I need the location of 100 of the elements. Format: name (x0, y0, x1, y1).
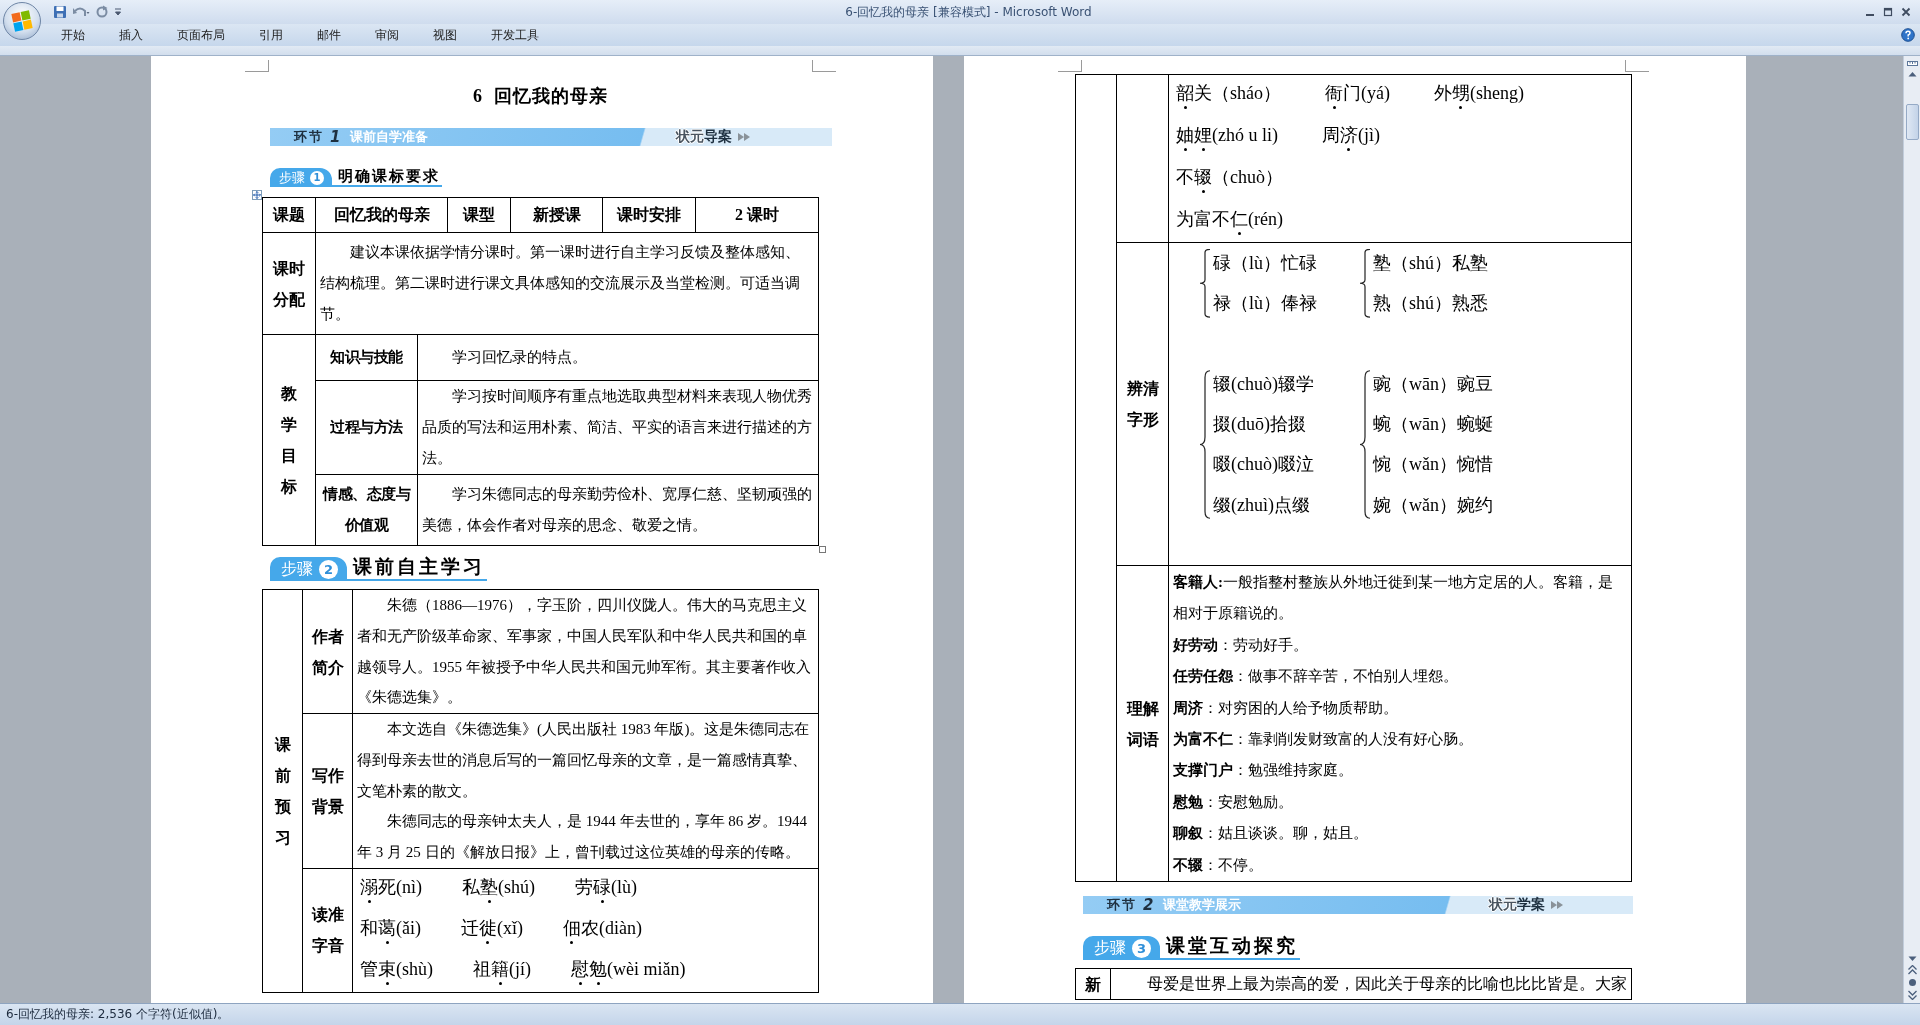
ribbon-tab[interactable]: 开发工具 (478, 23, 552, 47)
pinyin-word: 劳碌(lù) (575, 874, 637, 904)
row-label: 情感、态度与价值观 (316, 475, 418, 546)
word-entry: 碌（lù）忙碌 (1213, 252, 1317, 275)
definition-text: 不辍：不停。 (1173, 855, 1264, 875)
help-icon[interactable] (1900, 27, 1916, 43)
crop-mark (1058, 60, 1082, 72)
customize-toolbar-icon[interactable] (113, 6, 123, 18)
word-entry: 禄（lù）俸禄 (1213, 292, 1317, 316)
banner-brand: 状元导案 (676, 128, 732, 146)
word-entry: 塾（shú）私塾 (1373, 252, 1488, 275)
ruler-icon[interactable] (1906, 59, 1918, 68)
ribbon-tab[interactable]: 插入 (106, 23, 156, 47)
table-cell: 学习按时间顺序有重点地选取典型材料来表现人物优秀品质的写法和运用朴素、简洁、平实的语言来进行描述的方法。 (418, 381, 819, 475)
next-page-icon[interactable] (1907, 990, 1917, 1000)
row-label: 课前预习 (263, 590, 303, 993)
table-cell: 新授课 (511, 198, 603, 233)
paragraph: 朱德（1886—1976），字玉阶，四川仪陇人。伟大的马克思主义者和无产阶级革命家、军事家，中国人民军队和中华人民共和国的卓越领导人。1955 年被授予中华人民共和国元帅军衔。其主要著作收入《朱德选集》。 (357, 596, 812, 708)
definition-text: 慰勉：安慰勉励。 (1173, 792, 1294, 812)
banner-title: 课堂教学展示 (1163, 896, 1242, 915)
table-resize-handle[interactable] (819, 546, 826, 553)
step-heading: 明确课标要求 (332, 167, 442, 187)
double-arrow-icon (1551, 901, 1563, 910)
brace-icon (1359, 369, 1372, 519)
office-logo-icon[interactable] (11, 10, 33, 32)
table-cell: 学习回忆录的特点。 (418, 335, 819, 381)
brace-icon (1359, 249, 1372, 318)
word-entry: 辍(chuò)辍学 (1213, 372, 1314, 396)
table-move-handle-icon[interactable] (252, 190, 262, 200)
pinyin-word: 和蔼(ǎi) (360, 915, 421, 945)
ribbon-tab[interactable]: 引用 (246, 23, 296, 47)
ribbon-tab[interactable]: 邮件 (304, 23, 354, 47)
step-number: 3 (1132, 938, 1151, 958)
table-cell: 课型 (448, 198, 511, 233)
save-icon[interactable] (52, 4, 68, 20)
row-label: 作者简介 (303, 590, 353, 714)
previous-page-icon[interactable] (1907, 965, 1917, 975)
banner-title: 课前自学准备 (350, 128, 429, 146)
crop-mark (1625, 60, 1649, 72)
word-entry: 掇(duō)拾掇 (1213, 413, 1307, 436)
row-label: 写作背景 (303, 714, 353, 869)
brace-icon (1199, 249, 1212, 318)
step-number: 1 (310, 170, 324, 185)
definition-text: 为富不仁：靠剥削发财致富的人没有好心肠。 (1173, 730, 1474, 750)
word-entry: 蜿（wān）蜿蜒 (1373, 413, 1493, 436)
pinyin-word: 慰勉(wèi miǎn) (571, 956, 686, 986)
word-entry: 缀(zhuì)点缀 (1213, 493, 1311, 517)
row-label: 理解词语 (1117, 566, 1169, 883)
step-label: 步骤 (281, 558, 313, 580)
double-arrow-icon (738, 133, 750, 141)
pinyin-word: 韶关（sháo） (1176, 81, 1281, 111)
close-icon[interactable] (1900, 6, 1912, 18)
vertical-scrollbar[interactable] (1903, 56, 1920, 1003)
row-label: 辨清字形 (1117, 243, 1169, 566)
up-arrow-icon[interactable] (1907, 71, 1917, 77)
row-label: 过程与方法 (316, 381, 418, 475)
ribbon-tab[interactable]: 页面布局 (164, 23, 238, 47)
pinyin-word: 妯娌(zhó u li) (1176, 123, 1278, 153)
table-cell: 回忆我的母亲 (316, 198, 448, 233)
window-title: 6-回忆我的母亲 [兼容模式] - Microsoft Word (844, 3, 1093, 21)
banner-number: 1 (330, 128, 341, 146)
table-cell: 建议本课依据学情分课时。第一课时进行自主学习反馈及整体感知、结构梳理。第二课时进行课文具体感知的交流展示及当堂检测。可适当调节。 (316, 233, 819, 335)
pinyin-word: 祖籍(jí) (473, 956, 531, 986)
banner-label: 环节 (294, 128, 324, 146)
banner-number: 2 (1143, 896, 1154, 915)
step-label: 步骤 (1094, 937, 1126, 959)
down-arrow-icon[interactable] (1907, 956, 1917, 962)
pinyin-word: 不辍（chuò） (1176, 164, 1283, 194)
ribbon-tab[interactable]: 视图 (420, 23, 470, 47)
row-label: 知识与技能 (316, 335, 418, 381)
row-label: 读准字音 (303, 868, 353, 993)
crop-mark (245, 60, 269, 72)
word-entry: 惋（wǎn）惋惜 (1373, 453, 1493, 477)
word-entry: 啜(chuò)啜泣 (1213, 453, 1314, 477)
definition-text: 好劳动：劳动好手。 (1173, 635, 1309, 655)
pinyin-word: 溺死(nì) (360, 874, 422, 904)
definition-text: 聊叙：姑且谈谈。聊，姑且。 (1173, 824, 1369, 844)
ribbon-tab[interactable]: 审阅 (362, 23, 412, 47)
definition-text: 周济：对穷困的人给予物质帮助。 (1173, 698, 1399, 718)
crop-mark (812, 60, 836, 72)
step-heading: 课前自主学习 (347, 555, 487, 581)
pinyin-word: 私塾(shú) (462, 874, 535, 904)
row-label: 新 (1076, 969, 1111, 1001)
table-cell: 课题 (263, 198, 316, 233)
definition-text: 支撑门户：勉强维持家庭。 (1173, 761, 1354, 781)
scrollbar-thumb[interactable] (1905, 104, 1919, 140)
browse-object-icon[interactable] (1907, 978, 1917, 987)
pinyin-word: 佃农(diàn) (563, 915, 642, 945)
definition-text: 客籍人:一般指整村整族从外地迁徙到某一地方定居的人。客籍，是相对于原籍说的。 (1173, 573, 1614, 624)
banner-brand: 状元学案 (1489, 896, 1545, 915)
redo-icon[interactable] (94, 4, 110, 20)
word-entry: 豌（wān）豌豆 (1373, 372, 1493, 396)
brace-icon (1199, 369, 1212, 519)
ribbon-tab[interactable]: 开始 (48, 23, 98, 47)
maximize-icon[interactable] (1882, 6, 1894, 18)
definition-text: 任劳任怨：做事不辞辛苦，不怕别人埋怨。 (1173, 667, 1459, 687)
pinyin-word: 为富不仁(rén) (1176, 206, 1283, 236)
table-cell: 2 课时 (696, 198, 819, 233)
status-text: 6-回忆我的母亲: 2,536 个字符(近似值)。 (6, 1006, 230, 1023)
document-title: 6 回忆我的母亲 (472, 86, 609, 106)
